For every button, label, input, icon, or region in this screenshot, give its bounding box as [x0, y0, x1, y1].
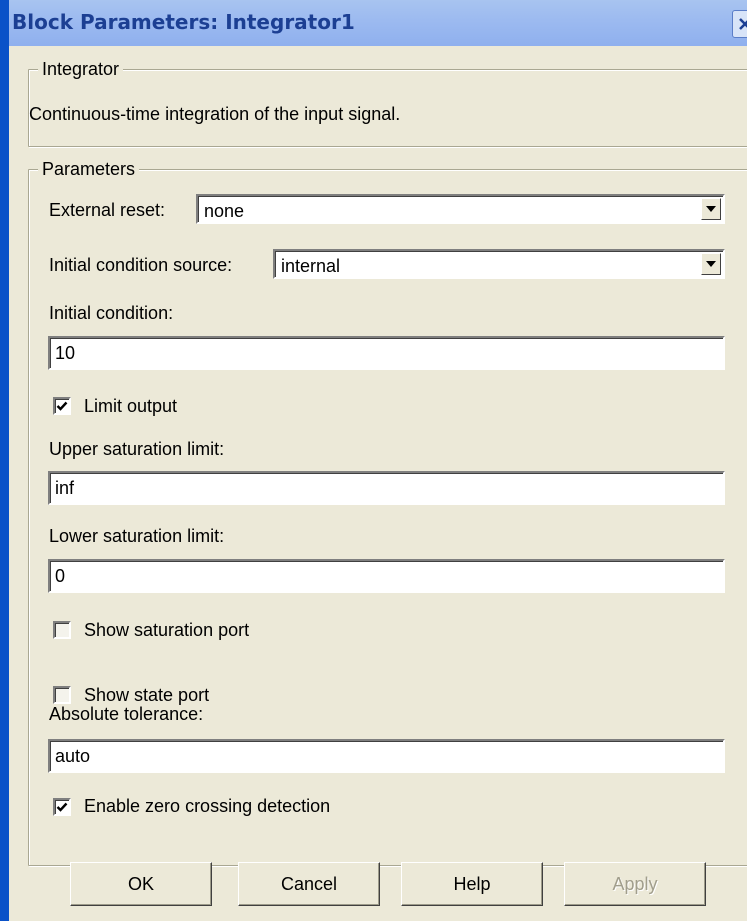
external-reset-label: External reset: — [49, 200, 166, 220]
parameters-legend: Parameters — [38, 158, 140, 180]
help-button[interactable]: Help — [401, 862, 543, 906]
apply-button[interactable]: Apply — [564, 862, 706, 906]
upper-limit-label: Upper saturation limit: — [49, 439, 225, 459]
lower-limit-label: Lower saturation limit: — [49, 526, 225, 546]
window-title: Block Parameters: Integrator1 — [12, 10, 355, 34]
ic-source-label: Initial condition source: — [49, 255, 233, 275]
cancel-button[interactable]: Cancel — [238, 862, 380, 906]
external-reset-dropdown[interactable]: none — [196, 194, 725, 224]
absolute-tolerance-field[interactable] — [48, 739, 725, 773]
external-reset-value: none — [204, 201, 245, 221]
limit-output-checkbox[interactable] — [53, 397, 71, 415]
limit-output-label: Limit output — [84, 396, 178, 416]
close-icon — [739, 18, 747, 30]
zero-crossing-label: Enable zero crossing detection — [84, 796, 331, 816]
upper-limit-field[interactable] — [48, 471, 725, 505]
initial-condition-label: Initial condition: — [49, 303, 174, 323]
integrator-legend: Integrator — [38, 58, 124, 80]
window-left-border — [0, 0, 9, 921]
initial-condition-field[interactable] — [48, 336, 725, 370]
absolute-tolerance-label: Absolute tolerance: — [49, 704, 204, 724]
external-reset-dropdown-button[interactable] — [701, 198, 721, 220]
zero-crossing-checkbox[interactable] — [53, 798, 71, 816]
title-bar[interactable]: Block Parameters: Integrator1 — [0, 0, 747, 46]
dialog-body: Integrator Continuous-time integration o… — [9, 46, 747, 921]
block-description: Continuous-time integration of the input… — [29, 104, 401, 124]
show-saturation-port-label: Show saturation port — [84, 620, 250, 640]
chevron-down-icon — [706, 261, 716, 267]
ic-source-dropdown-button[interactable] — [701, 253, 721, 275]
lower-limit-field[interactable] — [48, 559, 725, 593]
ic-source-value: internal — [281, 256, 341, 276]
ic-source-dropdown[interactable]: internal — [273, 249, 725, 279]
show-saturation-port-checkbox[interactable] — [53, 621, 71, 639]
checkmark-icon — [56, 401, 68, 411]
chevron-down-icon — [706, 206, 716, 212]
show-state-port-checkbox[interactable] — [53, 686, 71, 704]
checkmark-icon — [56, 802, 68, 812]
close-button[interactable] — [732, 10, 747, 38]
ok-button[interactable]: OK — [70, 862, 212, 906]
